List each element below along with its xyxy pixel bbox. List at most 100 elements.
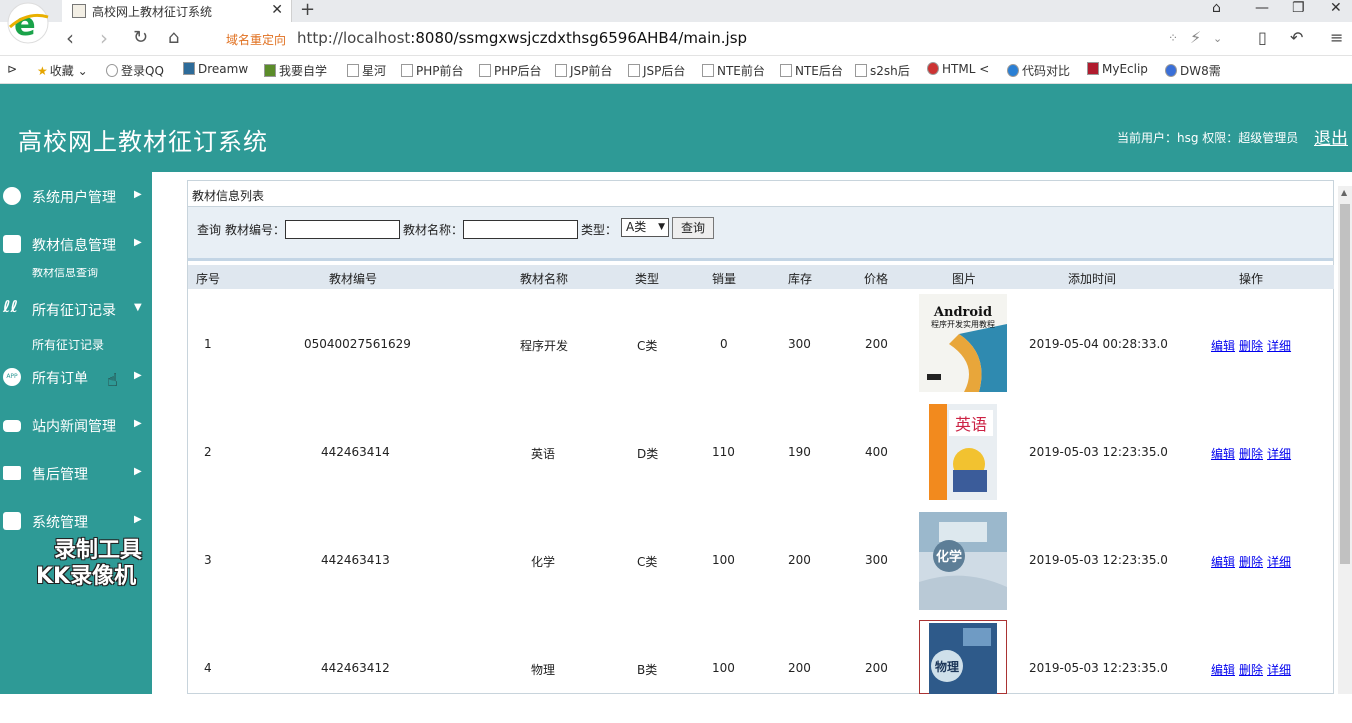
sidebar-item-aftersales[interactable]: 售后管理 ▶ xyxy=(0,461,152,485)
edit-link[interactable]: 编辑 xyxy=(1211,339,1235,353)
route-icon: ℓℓ xyxy=(3,297,19,316)
new-tab-icon[interactable]: + xyxy=(300,0,315,20)
arrow-down-icon: ▼ xyxy=(134,302,142,313)
sidebar-item-subscriptions[interactable]: ℓℓ 所有征订记录 ▼ xyxy=(0,297,152,321)
logout-link[interactable]: 退出 xyxy=(1314,124,1348,149)
minimize-icon[interactable]: — xyxy=(1255,0,1269,16)
restore-icon[interactable]: ❐ xyxy=(1292,0,1305,16)
sidebar-item-news[interactable]: 站内新闻管理 ▶ xyxy=(0,413,152,437)
close-window-icon[interactable]: ✕ xyxy=(1330,0,1342,16)
delete-link[interactable]: 删除 xyxy=(1239,447,1263,461)
current-user-info: 当前用户：hsg 权限：超级管理员 xyxy=(1117,131,1299,145)
home-icon[interactable]: ⌂ xyxy=(168,27,179,48)
arrow-right-icon: ▶ xyxy=(134,514,142,525)
row-actions: 编辑 删除 详细 xyxy=(1211,661,1295,678)
detail-link[interactable]: 详细 xyxy=(1267,555,1291,569)
bookmark-dreamweaver[interactable]: Dreamw xyxy=(183,62,248,76)
html-icon xyxy=(927,62,939,75)
bookmark-jsp-back[interactable]: JSP后台 xyxy=(628,62,685,79)
redirect-label: 域名重定向 xyxy=(226,33,287,47)
sidebar-item-textbooks[interactable]: 教材信息管理 ▶ xyxy=(0,232,152,256)
arrow-right-icon: ▶ xyxy=(134,370,142,381)
address-bar: ‹ › ↻ ⌂ 域名重定向 http://localhost:8080/ssmg… xyxy=(0,22,1352,56)
book-cover-image: 英语 xyxy=(929,404,997,500)
undo-icon[interactable]: ↶ xyxy=(1290,28,1303,47)
bookmark-xinghe[interactable]: 星河 xyxy=(347,62,386,79)
bookmark-php-front[interactable]: PHP前台 xyxy=(401,62,464,79)
svg-text:英语: 英语 xyxy=(955,415,987,434)
bookmark-code-compare[interactable]: 代码对比 xyxy=(1007,62,1070,79)
code-label: 教材编号： xyxy=(225,223,286,237)
bookmark-nte-back[interactable]: NTE后台 xyxy=(780,62,843,79)
browser-tab[interactable]: 高校网上教材征订系统 ✕ xyxy=(62,0,292,22)
arrow-right-icon: ▶ xyxy=(134,189,142,200)
menu-icon[interactable]: ≡ xyxy=(1330,28,1343,47)
sidebar-item-system[interactable]: 系统管理 ▶ xyxy=(0,509,152,533)
picture-icon xyxy=(855,64,867,77)
edit-link[interactable]: 编辑 xyxy=(1211,663,1235,677)
name-label: 教材名称： xyxy=(403,223,464,237)
edit-link[interactable]: 编辑 xyxy=(1211,447,1235,461)
bookmark-page-icon[interactable]: ▯ xyxy=(1258,28,1267,47)
bookmark-s2sh[interactable]: s2sh后 xyxy=(855,62,910,79)
book-cover-image: 物理 xyxy=(919,620,1007,694)
url-input[interactable]: http://localhost:8080/ssmgxwsjczdxthsg65… xyxy=(297,29,747,47)
bookmark-jsp-front[interactable]: JSP前台 xyxy=(555,62,612,79)
bar-chart-icon xyxy=(3,512,21,530)
table-row: 2 442463414 英语 D类 110 190 400 英语 2019-05… xyxy=(188,399,1334,507)
submenu-all-subscriptions[interactable]: 所有征订记录 xyxy=(32,336,104,353)
myeclipse-icon xyxy=(1087,62,1099,75)
bookmark-html[interactable]: HTML < xyxy=(927,62,989,76)
self-study-icon xyxy=(264,64,276,77)
textbook-list-panel: 教材信息列表 查询 教材编号： 教材名称： 类型： A类 ▼ 查询 序号 教材编号… xyxy=(187,180,1334,694)
back-icon[interactable]: ‹ xyxy=(66,26,74,50)
scroll-up-icon[interactable]: ▲ xyxy=(1341,188,1347,197)
forward-icon[interactable]: › xyxy=(100,26,108,50)
compare-icon xyxy=(1007,64,1019,77)
hand-cursor-icon: ☝ xyxy=(107,370,118,391)
sidebar-item-users[interactable]: 系统用户管理 ▶ xyxy=(0,184,152,208)
bookmark-nte-front[interactable]: NTE前台 xyxy=(702,62,765,79)
main-content: 教材信息列表 查询 教材编号： 教材名称： 类型： A类 ▼ 查询 序号 教材编号… xyxy=(152,172,1352,694)
search-button[interactable]: 查询 xyxy=(672,217,714,239)
type-label: 类型： xyxy=(581,223,618,237)
svg-text:e: e xyxy=(14,5,36,43)
lightning-icon[interactable]: ⚡ xyxy=(1190,28,1201,47)
bookmark-qq[interactable]: 登录QQ xyxy=(106,62,164,79)
shirt-skin-icon[interactable]: ⌂ xyxy=(1212,0,1221,16)
scrollbar-thumb[interactable] xyxy=(1340,204,1350,564)
bookmark-favorites[interactable]: ★ 收藏 ⌄ xyxy=(37,62,88,79)
book-cover-image: 化学 xyxy=(919,512,1007,610)
row-actions: 编辑 删除 详细 xyxy=(1211,337,1295,354)
type-select[interactable]: A类 ▼ xyxy=(621,218,669,237)
textbook-name-input[interactable] xyxy=(463,220,578,239)
textbook-code-input[interactable] xyxy=(285,220,400,239)
grid-icon[interactable]: ⁘ xyxy=(1168,31,1178,45)
vertical-scrollbar[interactable]: ▲ xyxy=(1338,186,1352,694)
arrow-right-icon: ▶ xyxy=(134,418,142,429)
bookmark-dw8[interactable]: DW8需 xyxy=(1165,62,1221,79)
paw-icon xyxy=(1165,64,1177,77)
close-tab-icon[interactable]: ✕ xyxy=(271,2,283,18)
chevron-down-icon[interactable]: ⌄ xyxy=(1213,32,1222,45)
detail-link[interactable]: 详细 xyxy=(1267,339,1291,353)
delete-link[interactable]: 删除 xyxy=(1239,339,1263,353)
monitor-icon xyxy=(3,187,21,205)
bookmark-php-back[interactable]: PHP后台 xyxy=(479,62,542,79)
bookmark-myeclipse[interactable]: MyEclip xyxy=(1087,62,1148,76)
edit-link[interactable]: 编辑 xyxy=(1211,555,1235,569)
delete-link[interactable]: 删除 xyxy=(1239,555,1263,569)
sidebar-item-orders[interactable]: APP 所有订单 ▶ xyxy=(0,365,152,389)
search-prefix-label: 查询 xyxy=(197,223,222,237)
detail-link[interactable]: 详细 xyxy=(1267,447,1291,461)
row-actions: 编辑 删除 详细 xyxy=(1211,445,1295,462)
delete-link[interactable]: 删除 xyxy=(1239,663,1263,677)
qq-icon xyxy=(106,64,118,77)
detail-link[interactable]: 详细 xyxy=(1267,663,1291,677)
sidebar-toggle-icon[interactable]: ⊳ xyxy=(7,62,17,76)
app-header: 高校网上教材征订系统 当前用户：hsg 权限：超级管理员 退出 xyxy=(0,84,1352,172)
bookmark-self-study[interactable]: 我要自学 xyxy=(264,62,327,79)
arrow-right-icon: ▶ xyxy=(134,237,142,248)
reload-icon[interactable]: ↻ xyxy=(133,27,148,48)
bookmarks-bar: ⊳ ★ 收藏 ⌄ 登录QQ Dreamw 我要自学 星河 PHP前台 PHP后台 … xyxy=(0,57,1352,84)
